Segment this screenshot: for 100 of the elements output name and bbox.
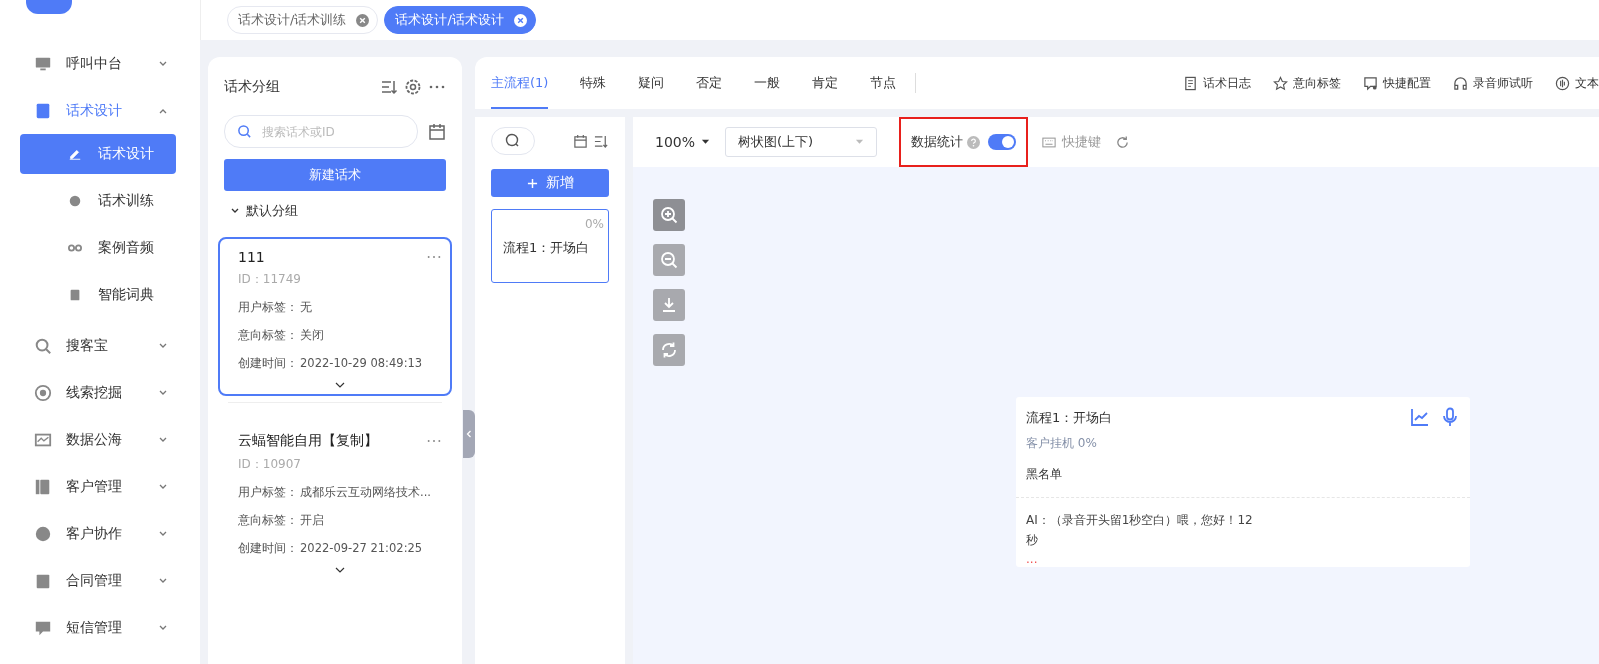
page-tab[interactable]: 话术设计/话术设计 [384, 6, 536, 34]
close-icon[interactable] [513, 13, 527, 27]
sidebar-item[interactable]: 客户协作 [0, 510, 200, 557]
toggle-switch[interactable] [988, 134, 1016, 150]
target-icon [34, 383, 52, 402]
flow-tab[interactable]: 节点 [870, 57, 897, 109]
field-label: 创建时间： [238, 540, 299, 557]
add-flow-button[interactable]: 新增 [491, 169, 609, 197]
flow-tab[interactable]: 肯定 [812, 57, 839, 109]
node-title: 流程1：开场白 [1026, 409, 1113, 427]
toolbar-action[interactable]: 录音师试听 [1453, 74, 1533, 92]
flow-tab[interactable]: 一般 [754, 57, 781, 109]
search-field[interactable]: 搜索话术或ID [224, 115, 418, 148]
flow-tab[interactable]: 疑问 [638, 57, 665, 109]
microphone-icon[interactable] [1440, 407, 1460, 427]
field-label: 创建时间： [238, 355, 299, 372]
chevron-icon [466, 429, 472, 439]
sidebar-subitem[interactable]: 话术训练 [20, 181, 176, 221]
new-script-button[interactable]: 新建话术 [224, 159, 446, 191]
field-value: 成都乐云互动网络技术... [300, 484, 432, 501]
sort-icon[interactable] [380, 78, 398, 96]
pen-icon [68, 147, 82, 161]
group-toggle[interactable]: 默认分组 [224, 191, 446, 231]
refresh-icon [659, 340, 679, 360]
sidebar-item[interactable]: 线索挖掘 [0, 369, 200, 416]
headphones-icon [1453, 75, 1468, 91]
caret-icon [855, 139, 864, 145]
flow-percent: 0% [584, 217, 604, 231]
field-label: 意向标签： [238, 512, 299, 529]
node-tag: 黑名单 [1026, 466, 1460, 483]
more-link[interactable]: ... [1026, 554, 1460, 564]
flow-tab[interactable]: 否定 [696, 57, 723, 109]
toolbar-action[interactable]: 快捷配置 [1363, 74, 1431, 92]
sidebar-item[interactable]: 短信管理 [0, 604, 200, 651]
field-label: 用户标签： [238, 484, 299, 501]
zoom-out-icon [659, 250, 679, 270]
toolbar-action[interactable]: 意向标签 [1273, 74, 1341, 92]
node-stat: 客户挂机 0% [1026, 435, 1098, 452]
expand-icon[interactable] [335, 567, 345, 573]
sidebar-item[interactable]: 搜客宝 [0, 322, 200, 369]
search-input[interactable]: 搜索话术或ID [260, 123, 405, 140]
flow-node[interactable]: 流程1：开场白 客户挂机 0% 黑名单 AI：（录音开头留1秒空白）喂，您好！12秒 ... [1016, 397, 1470, 567]
layout-select[interactable]: 树状图(上下) [725, 127, 877, 157]
script-title: 111 [238, 249, 265, 265]
zoom-in-button[interactable] [653, 199, 685, 231]
doc-icon [1183, 75, 1198, 91]
sidebar-item[interactable]: 客户管理 [0, 463, 200, 510]
field-label: 用户标签： [238, 299, 299, 316]
field-value: 2022-09-27 21:02:25 [300, 540, 424, 557]
field-value: 关闭 [300, 327, 325, 344]
script-title: 云蝠智能自用【复制】 [238, 432, 378, 450]
sidebar-item[interactable]: 合同管理 [0, 557, 200, 604]
stats-label: 数据统计 [911, 133, 963, 151]
logo-icon [26, 0, 72, 14]
script-id: ID：10907 [238, 456, 302, 473]
sort-icon[interactable] [594, 133, 609, 149]
keyboard-icon [1042, 136, 1056, 148]
script-id: ID：11749 [238, 271, 302, 288]
reset-button[interactable] [653, 334, 685, 366]
script-card[interactable]: 111 ID：11749 用户标签： 无 意向标签： 关闭 创建时间： 2022-10-29 08:49:13 [218, 237, 452, 396]
collapse-handle[interactable] [463, 410, 475, 458]
caret-icon [701, 139, 711, 145]
field-value: 2022-10-29 08:49:13 [300, 355, 424, 372]
sidebar-item[interactable]: 呼叫中台 [0, 40, 200, 87]
zoom-in-icon [659, 205, 679, 225]
refresh-icon[interactable] [1115, 134, 1130, 150]
more-icon[interactable] [426, 254, 442, 260]
sidebar-subitem[interactable]: 案例音频 [20, 228, 176, 268]
field-value: 开启 [300, 512, 325, 529]
expand-icon[interactable] [335, 382, 345, 388]
flow-name: 流程1：开场白 [503, 239, 590, 257]
help-icon [967, 135, 980, 149]
flow-card[interactable]: 0% 流程1：开场白 [491, 209, 609, 283]
zoom-out-button[interactable] [653, 244, 685, 276]
wave-icon [1555, 75, 1570, 91]
field-label: 意向标签： [238, 327, 299, 344]
node-text: AI：（录音开头留1秒空白）喂，您好！12秒 [1026, 512, 1254, 549]
search-icon [505, 133, 521, 149]
field-value: 无 [300, 299, 313, 316]
toolbar-action[interactable]: 文本 [1555, 74, 1599, 92]
search-icon [237, 124, 252, 139]
calendar-icon[interactable] [573, 133, 588, 149]
sidebar-item[interactable]: 数据公海 [0, 416, 200, 463]
download-button[interactable] [653, 289, 685, 321]
zoom-dropdown[interactable]: 100% [655, 134, 711, 150]
plus-icon [526, 177, 538, 189]
panel-title: 话术分组 [224, 78, 280, 96]
sidebar-subitem[interactable]: 话术设计 [20, 134, 176, 174]
search-icon [34, 336, 52, 355]
flow-tab[interactable]: 特殊 [580, 57, 607, 109]
sidebar-item[interactable]: 话术设计 [0, 87, 200, 134]
more-icon[interactable] [426, 438, 442, 444]
star-icon [1273, 75, 1288, 91]
calendar-icon[interactable] [428, 122, 446, 141]
flow-tab[interactable]: 主流程(1) [491, 57, 549, 109]
sidebar-subitem[interactable]: 智能词典 [20, 275, 176, 315]
close-icon[interactable] [356, 13, 370, 27]
toolbar-action[interactable]: 话术日志 [1183, 74, 1251, 92]
settings-icon[interactable] [404, 78, 422, 96]
line-chart-icon[interactable] [1410, 407, 1430, 427]
